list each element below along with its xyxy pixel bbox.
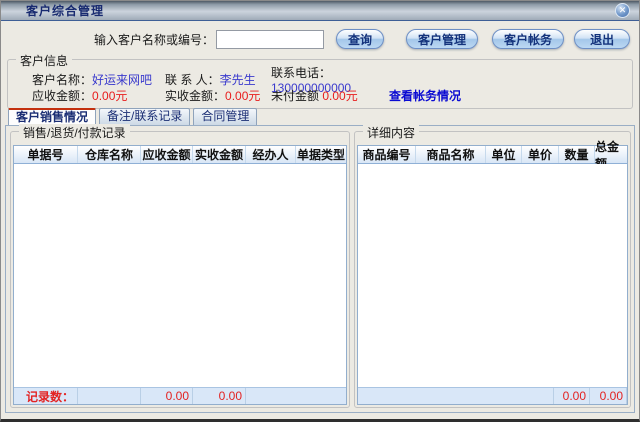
contact-person-field: 联 系 人：李先生 [165, 71, 271, 88]
sales-records-legend: 销售/退货/付款记录 [19, 124, 130, 141]
footer-filler [246, 388, 346, 404]
customer-manage-button[interactable]: 客户管理 [406, 29, 478, 49]
customer-name-field: 客户名称：好运来网吧 [32, 71, 165, 88]
detail-table-header: 商品编号 商品名称 单位 单价 数量 总金额 [358, 146, 627, 164]
received-value: 0.00元 [225, 89, 260, 103]
receivable-label: 应收金额： [32, 89, 92, 103]
tab-customer-sales[interactable]: 客户销售情况 [8, 108, 96, 125]
unpaid-label: 未付金额 [271, 89, 319, 103]
search-label: 输入客户名称或编号： [94, 31, 214, 48]
phone-label: 联系电话： [271, 66, 331, 80]
customer-info-row2: 应收金额：0.00元 实收金额：0.00元 未付金额 0.00元 查看帐务情况 [32, 85, 632, 106]
sales-records-groupbox: 销售/退货/付款记录 单据号 仓库名称 应收金额 实收金额 经办人 单据类型 记… [10, 131, 350, 408]
query-button[interactable]: 查询 [336, 29, 384, 49]
col-handler[interactable]: 经办人 [246, 146, 296, 163]
sales-table-header: 单据号 仓库名称 应收金额 实收金额 经办人 单据类型 [14, 146, 346, 164]
col-product-name[interactable]: 商品名称 [416, 146, 486, 163]
col-product-code[interactable]: 商品编号 [358, 146, 416, 163]
tab-contract-manage[interactable]: 合同管理 [193, 108, 257, 125]
received-field: 实收金额：0.00元 [165, 87, 271, 104]
footer-qty-total: 0.00 [553, 388, 590, 404]
col-receivable[interactable]: 应收金额 [141, 146, 193, 163]
detail-table-body[interactable] [358, 164, 627, 387]
receivable-value: 0.00元 [92, 89, 127, 103]
detail-legend: 详细内容 [363, 124, 419, 141]
receivable-field: 应收金额：0.00元 [32, 87, 165, 104]
footer-received-total: 0.00 [193, 388, 246, 404]
unpaid-field: 未付金额 0.00元 [271, 87, 383, 104]
detail-table: 商品编号 商品名称 单位 单价 数量 总金额 0.00 0.00 [357, 145, 628, 405]
close-icon[interactable]: ✕ [615, 3, 630, 18]
window-title: 客户综合管理 [26, 2, 104, 19]
exit-button[interactable]: 退出 [574, 29, 630, 49]
sales-records-table: 单据号 仓库名称 应收金额 实收金额 经办人 单据类型 记录数： 0.00 0.… [13, 145, 347, 405]
customer-info-legend: 客户信息 [16, 52, 72, 69]
record-count-label: 记录数： [14, 388, 78, 404]
tab-notes-contacts[interactable]: 备注/联系记录 [99, 108, 190, 125]
tab-bar: 客户销售情况 备注/联系记录 合同管理 [8, 108, 257, 125]
col-warehouse[interactable]: 仓库名称 [78, 146, 141, 163]
tab-content-panel: 销售/退货/付款记录 单据号 仓库名称 应收金额 实收金额 经办人 单据类型 记… [5, 125, 635, 413]
col-doc-type[interactable]: 单据类型 [296, 146, 346, 163]
col-unit[interactable]: 单位 [486, 146, 522, 163]
footer-amount-total: 0.00 [590, 388, 627, 404]
search-input[interactable] [216, 30, 324, 49]
unpaid-value: 0.00元 [322, 89, 357, 103]
customer-account-button[interactable]: 客户帐务 [492, 29, 564, 49]
sales-table-footer: 记录数： 0.00 0.00 [14, 387, 346, 404]
toolbar: 输入客户名称或编号： 查询 客户管理 客户帐务 退出 [1, 28, 639, 50]
detail-groupbox: 详细内容 商品编号 商品名称 单位 单价 数量 总金额 0.00 0.00 [354, 131, 631, 408]
col-doc-number[interactable]: 单据号 [14, 146, 78, 163]
title-bar: 客户综合管理 ✕ [1, 1, 639, 21]
customer-name-value: 好运来网吧 [92, 73, 152, 87]
customer-info-row1: 客户名称：好运来网吧 联 系 人：李先生 联系电话：130000000000 [32, 64, 632, 85]
detail-table-footer: 0.00 0.00 [358, 387, 627, 404]
customer-name-label: 客户名称： [32, 73, 92, 87]
footer-spacer [78, 388, 141, 404]
received-label: 实收金额： [165, 89, 225, 103]
footer-filler [358, 388, 553, 404]
contact-person-label: 联 系 人： [165, 73, 220, 87]
col-total-amount[interactable]: 总金额 [595, 146, 627, 163]
footer-receivable-total: 0.00 [141, 388, 193, 404]
sales-table-body[interactable] [14, 164, 346, 387]
contact-person-value: 李先生 [220, 73, 256, 87]
col-unit-price[interactable]: 单价 [522, 146, 559, 163]
col-received[interactable]: 实收金额 [193, 146, 246, 163]
customer-info-groupbox: 客户信息 客户名称：好运来网吧 联 系 人：李先生 联系电话：130000000… [7, 59, 633, 109]
app-window: 客户综合管理 ✕ 输入客户名称或编号： 查询 客户管理 客户帐务 退出 客户信息… [0, 0, 640, 422]
col-quantity[interactable]: 数量 [559, 146, 595, 163]
view-account-link[interactable]: 查看帐务情况 [389, 87, 632, 104]
